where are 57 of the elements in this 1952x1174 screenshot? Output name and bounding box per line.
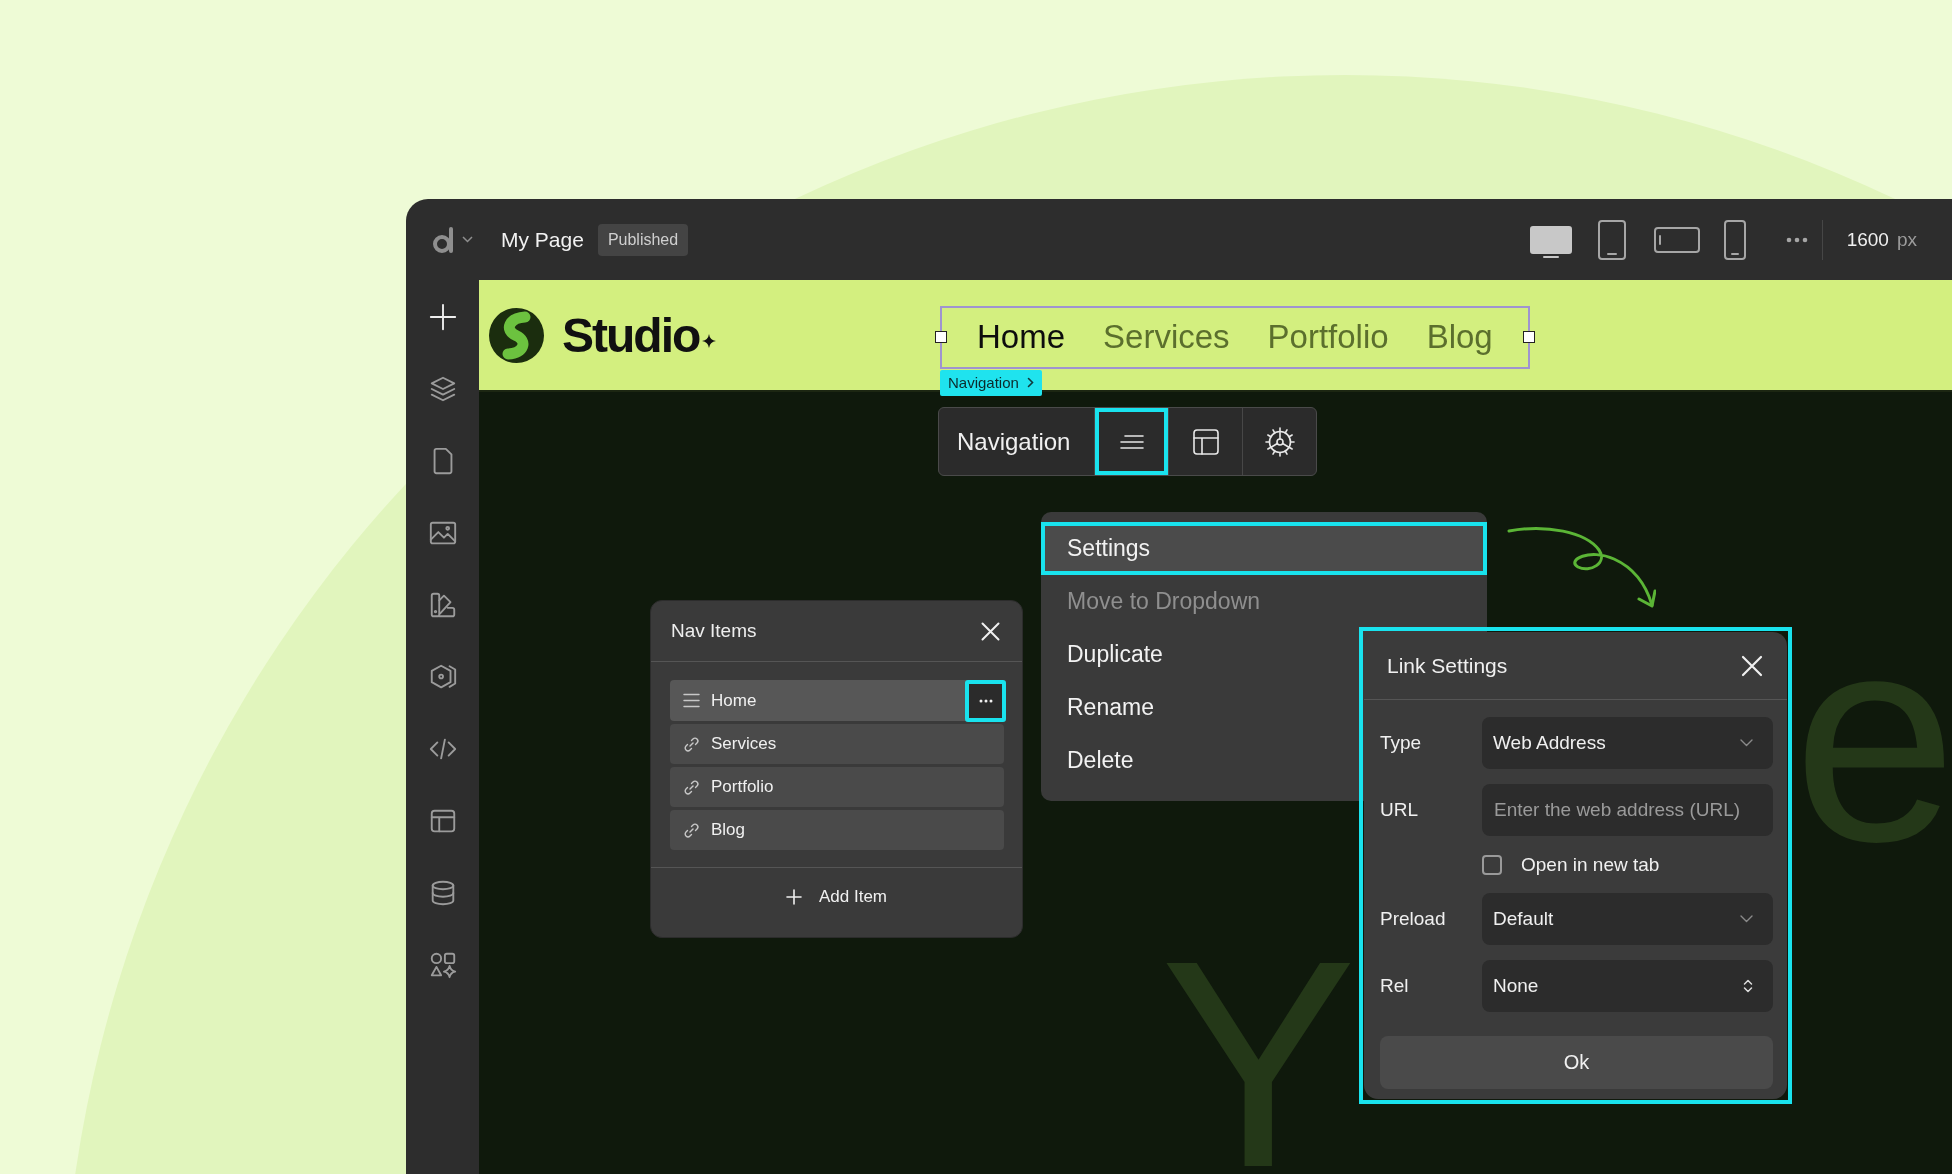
- more-icon[interactable]: [978, 698, 993, 703]
- text-field[interactable]: Enter the web address (URL): [1482, 784, 1773, 836]
- tablet-icon[interactable]: [1597, 219, 1626, 260]
- add-icon[interactable]: [785, 888, 802, 905]
- dialog-title: Link Settings: [1387, 653, 1508, 678]
- phone-icon[interactable]: [1723, 219, 1746, 260]
- chevron-down-icon[interactable]: [1740, 739, 1753, 747]
- status-badge: Published: [597, 223, 689, 256]
- panel-title: Nav Items: [671, 620, 757, 642]
- sparkle-icon: [702, 333, 717, 348]
- nav-link[interactable]: Blog: [1426, 318, 1493, 356]
- logo-icon[interactable]: [432, 226, 456, 254]
- add-item-button[interactable]: Add Item: [779, 882, 893, 911]
- menu-icon: [683, 693, 700, 708]
- nav-item[interactable]: Blog: [670, 810, 1004, 850]
- field-label: Preload: [1380, 908, 1447, 930]
- select-field[interactable]: None: [1482, 960, 1773, 1012]
- ok-button[interactable]: Ok: [1380, 1036, 1773, 1089]
- close-icon[interactable]: [981, 621, 1000, 641]
- width-value: 1600: [1846, 228, 1889, 251]
- nav-item[interactable]: Services: [670, 724, 1004, 764]
- nav-link[interactable]: Portfolio: [1267, 318, 1389, 356]
- brand-logo-icon: [489, 307, 544, 363]
- link-icon: [683, 821, 700, 839]
- caret-icon[interactable]: [462, 236, 473, 243]
- tablet-landscape-icon[interactable]: [1653, 226, 1700, 253]
- list-button[interactable]: [1094, 408, 1169, 475]
- add-icon[interactable]: [427, 302, 458, 332]
- resize-handle[interactable]: [1522, 331, 1535, 343]
- select-field[interactable]: Web Address: [1482, 717, 1773, 769]
- chevron-up-down-icon[interactable]: [1743, 979, 1753, 993]
- toolbar-title: Navigation: [956, 426, 1072, 457]
- nav-item[interactable]: Home: [670, 680, 1004, 721]
- field-label: URL: [1380, 799, 1419, 821]
- chevron-down-icon[interactable]: [1740, 915, 1753, 923]
- nav-item[interactable]: Portfolio: [670, 767, 1004, 807]
- close-icon[interactable]: [1741, 654, 1763, 677]
- more-button[interactable]: [965, 679, 1006, 722]
- chevron-right-icon[interactable]: [1026, 377, 1034, 388]
- desktop-icon[interactable]: [1529, 226, 1572, 259]
- page-title: My Page: [501, 227, 584, 252]
- select-field[interactable]: Default: [1482, 893, 1773, 945]
- link-icon: [683, 778, 700, 796]
- settings-icon[interactable]: [1263, 425, 1296, 458]
- field-label: Rel: [1380, 975, 1410, 997]
- resize-handle[interactable]: [935, 331, 947, 343]
- unit-label: px: [1896, 228, 1917, 251]
- checkbox-label: Open in new tab: [1521, 853, 1660, 876]
- brand-name: Studio: [562, 307, 700, 363]
- field-label: Type: [1380, 732, 1423, 754]
- link-icon: [683, 735, 700, 753]
- nav-link[interactable]: Services: [1103, 318, 1230, 356]
- element-tag[interactable]: Navigation: [940, 369, 1042, 396]
- nav-link[interactable]: Home: [977, 318, 1066, 356]
- checkbox[interactable]: [1482, 854, 1502, 875]
- more-icon[interactable]: [1785, 236, 1808, 243]
- menu-item[interactable]: Settings: [1041, 522, 1487, 575]
